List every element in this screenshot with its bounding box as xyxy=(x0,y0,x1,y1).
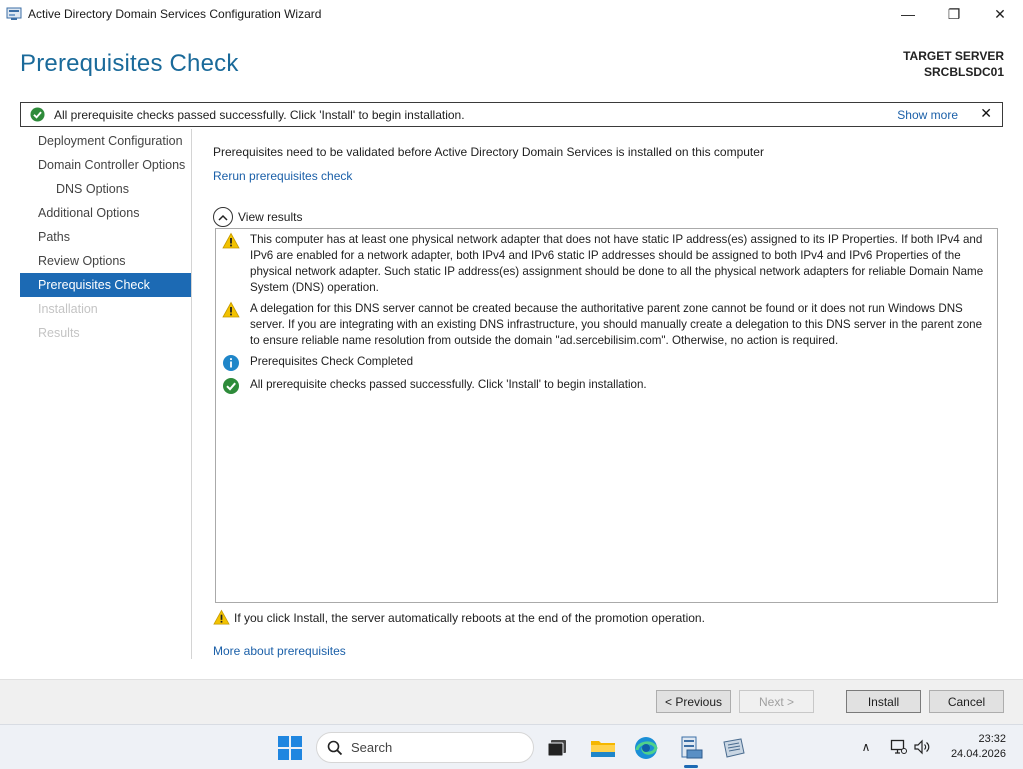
result-item: This computer has at least one physical … xyxy=(222,232,991,296)
warning-icon xyxy=(222,301,240,318)
sidebar-item-domain-controller-options[interactable]: Domain Controller Options xyxy=(20,153,191,177)
active-app-indicator xyxy=(684,765,698,768)
taskbar: Search ∧ 23:32 24.04.2026 xyxy=(0,724,1023,769)
result-text: Prerequisites Check Completed xyxy=(250,355,414,368)
status-notification-bar: All prerequisite checks passed successfu… xyxy=(20,102,1003,127)
minimize-button[interactable]: — xyxy=(885,0,931,28)
network-icon[interactable] xyxy=(889,738,907,756)
rerun-prerequisites-link[interactable]: Rerun prerequisites check xyxy=(213,169,352,183)
notification-message: All prerequisite checks passed successfu… xyxy=(54,107,465,122)
sidebar-item-prerequisites-check[interactable]: Prerequisites Check xyxy=(20,273,191,297)
result-text: A delegation for this DNS server cannot … xyxy=(250,302,983,347)
volume-icon[interactable] xyxy=(913,738,931,756)
install-button[interactable]: Install xyxy=(846,690,921,713)
window-title: Active Directory Domain Services Configu… xyxy=(28,7,322,21)
edge-browser-icon[interactable] xyxy=(632,734,660,762)
sidebar-item-paths[interactable]: Paths xyxy=(20,225,191,249)
success-icon xyxy=(223,378,239,394)
main-content: Prerequisites need to be validated befor… xyxy=(213,129,1003,669)
reboot-warning-text: If you click Install, the server automat… xyxy=(234,610,705,625)
success-icon xyxy=(30,107,45,122)
wizard-button-bar: < Previous Next > Install Cancel xyxy=(0,679,1023,724)
file-explorer-icon[interactable] xyxy=(589,734,617,762)
sidebar-item-results: Results xyxy=(38,326,80,340)
chevron-up-tray-icon[interactable]: ∧ xyxy=(857,738,875,756)
title-bar: Active Directory Domain Services Configu… xyxy=(0,0,1023,28)
wizard-steps-sidebar: Deployment Configuration Domain Controll… xyxy=(20,129,192,659)
warning-icon xyxy=(222,232,240,249)
show-more-link[interactable]: Show more xyxy=(897,108,958,122)
search-label: Search xyxy=(351,740,393,755)
page-title: Prerequisites Check xyxy=(20,50,239,77)
close-notification-button[interactable]: ✕ xyxy=(980,105,992,122)
view-results-label: View results xyxy=(238,210,303,224)
result-item: Prerequisites Check Completed xyxy=(222,354,991,372)
sidebar-item-review-options[interactable]: Review Options xyxy=(20,249,191,273)
ad-wizard-taskbar-icon[interactable] xyxy=(720,734,748,762)
results-list: This computer has at least one physical … xyxy=(215,228,998,603)
sidebar-item-additional-options[interactable]: Additional Options xyxy=(20,201,191,225)
maximize-button[interactable]: ❐ xyxy=(931,0,977,28)
taskbar-search-box[interactable]: Search xyxy=(316,732,534,763)
clock-time: 23:32 xyxy=(978,733,1006,745)
cancel-button[interactable]: Cancel xyxy=(929,690,1004,713)
next-button: Next > xyxy=(739,690,814,713)
result-text: This computer has at least one physical … xyxy=(250,233,984,294)
taskbar-clock[interactable]: 23:32 24.04.2026 xyxy=(951,732,1006,762)
target-server-label: TARGET SERVER xyxy=(903,49,1004,63)
warning-icon xyxy=(213,609,230,625)
result-item: A delegation for this DNS server cannot … xyxy=(222,301,991,349)
result-item: All prerequisite checks passed successfu… xyxy=(222,377,991,395)
close-window-button[interactable]: ✕ xyxy=(977,0,1023,28)
server-manager-icon xyxy=(6,7,22,20)
search-icon xyxy=(327,740,343,755)
view-results-toggle[interactable]: View results xyxy=(213,207,302,227)
clock-date: 24.04.2026 xyxy=(950,748,1006,760)
target-server-name: SRCBLSDC01 xyxy=(923,65,1004,79)
previous-button[interactable]: < Previous xyxy=(656,690,731,713)
task-view-icon[interactable] xyxy=(543,734,571,762)
more-about-prerequisites-link[interactable]: More about prerequisites xyxy=(213,644,346,658)
wizard-header: Prerequisites Check TARGET SERVER SRCBLS… xyxy=(0,28,1023,100)
sidebar-item-deployment-configuration[interactable]: Deployment Configuration xyxy=(20,129,191,153)
sidebar-item-dns-options[interactable]: DNS Options xyxy=(20,177,191,201)
server-manager-taskbar-icon[interactable] xyxy=(677,734,705,762)
chevron-up-icon xyxy=(213,207,233,227)
target-server-info: TARGET SERVER SRCBLSDC01 xyxy=(903,48,1004,80)
windows-start-icon[interactable] xyxy=(277,735,303,761)
result-text: All prerequisite checks passed successfu… xyxy=(250,378,647,391)
reboot-warning: If you click Install, the server automat… xyxy=(213,609,705,626)
intro-text: Prerequisites need to be validated befor… xyxy=(213,145,764,159)
info-icon xyxy=(223,355,239,371)
sidebar-item-installation: Installation xyxy=(38,302,98,316)
